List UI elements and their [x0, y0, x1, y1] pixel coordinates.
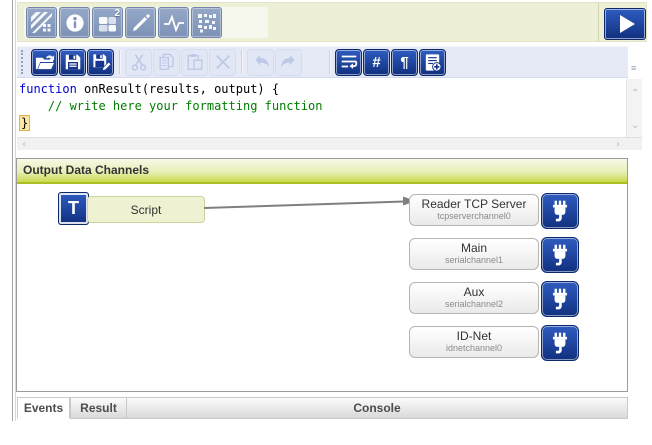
- toolbar-drag-grip[interactable]: [21, 50, 27, 74]
- line-numbers-icon[interactable]: #: [363, 49, 390, 76]
- toolbar-separator: [598, 3, 599, 41]
- run-button[interactable]: [604, 8, 646, 40]
- pilcrow-glyph: ¶: [400, 55, 408, 70]
- phase-count-badge: 2: [114, 8, 120, 19]
- save-icon[interactable]: [59, 49, 86, 76]
- tab-result[interactable]: Result: [70, 397, 127, 419]
- code-grading-icon[interactable]: [191, 7, 222, 38]
- script-node-icon[interactable]: T: [58, 192, 89, 225]
- script-node[interactable]: Script: [87, 196, 205, 223]
- hash-glyph: #: [372, 55, 380, 70]
- editor-vertical-scrollbar[interactable]: ⌃ ⌄: [626, 79, 642, 137]
- toolbar-separator: [329, 50, 331, 74]
- paste-icon: [181, 49, 208, 76]
- top-toolbar-icon-strip: 2: [24, 7, 268, 38]
- edit-toolbar: # ¶: [17, 46, 628, 78]
- channel-id: serialchannel2: [410, 299, 538, 309]
- channel-name: Main: [410, 242, 538, 255]
- signal-pulse-icon[interactable]: [158, 7, 189, 38]
- plug-icon[interactable]: [541, 193, 579, 229]
- info-icon[interactable]: [59, 7, 90, 38]
- panel-header: Output Data Channels: [17, 159, 627, 184]
- toolbar-separator: [119, 50, 121, 74]
- script-code-editor[interactable]: function onResult(results, output) { // …: [17, 79, 626, 137]
- new-template-icon[interactable]: [419, 49, 446, 76]
- scroll-up-icon[interactable]: ⌃: [631, 89, 639, 99]
- scroll-left-icon[interactable]: ‹: [22, 140, 26, 150]
- plug-icon[interactable]: [541, 281, 579, 317]
- redo-icon: [275, 49, 302, 76]
- copy-icon: [153, 49, 180, 76]
- code-closing-brace: }: [19, 115, 30, 131]
- channel-main[interactable]: Main serialchannel1: [409, 238, 539, 270]
- channel-reader-tcp-server[interactable]: Reader TCP Server tcpserverchannel0: [409, 194, 539, 226]
- plug-icon[interactable]: [541, 325, 579, 361]
- word-wrap-icon[interactable]: [335, 49, 362, 76]
- save-as-icon[interactable]: [87, 49, 114, 76]
- editor-horizontal-scrollbar[interactable]: ‹ ›: [17, 137, 642, 150]
- reading-phases-icon[interactable]: 2: [92, 7, 123, 38]
- image-setup-icon[interactable]: [26, 7, 57, 38]
- console-header[interactable]: Console: [127, 397, 628, 419]
- open-icon[interactable]: [31, 49, 58, 76]
- dlcode-script-editor-window: 2: [0, 0, 652, 445]
- channel-aux[interactable]: Aux serialchannel2: [409, 282, 539, 314]
- channel-name: Aux: [410, 286, 538, 299]
- formatting-marks-icon[interactable]: ¶: [391, 49, 418, 76]
- toolbar-separator: [241, 50, 243, 74]
- scroll-right-icon[interactable]: ›: [616, 140, 620, 150]
- channel-id: tcpserverchannel0: [410, 211, 538, 221]
- undo-icon: [247, 49, 274, 76]
- code-keyword: function: [19, 82, 77, 96]
- channel-id-net[interactable]: ID-Net idnetchannel0: [409, 326, 539, 358]
- run-icon: [620, 15, 635, 33]
- cut-icon: [125, 49, 152, 76]
- tab-events[interactable]: Events: [17, 397, 70, 419]
- channel-name: Reader TCP Server: [410, 198, 538, 211]
- delete-icon: [209, 49, 236, 76]
- code-line1: onResult(results, output) {: [77, 82, 279, 96]
- edit-pencil-icon[interactable]: [125, 7, 156, 38]
- channel-id: idnetchannel0: [410, 343, 538, 353]
- code-comment: // write here your formatting function: [19, 99, 322, 113]
- connection-arrow: [204, 195, 416, 213]
- channel-id: serialchannel1: [410, 255, 538, 265]
- scroll-down-icon[interactable]: ⌄: [631, 121, 639, 131]
- toolbar-overflow-icon[interactable]: ≡: [631, 64, 636, 73]
- channel-name: ID-Net: [410, 330, 538, 343]
- top-toolbar: 2: [17, 2, 647, 42]
- plug-icon[interactable]: [541, 237, 579, 273]
- output-data-channels-panel: Output Data Channels T Script Reader TCP…: [16, 158, 628, 392]
